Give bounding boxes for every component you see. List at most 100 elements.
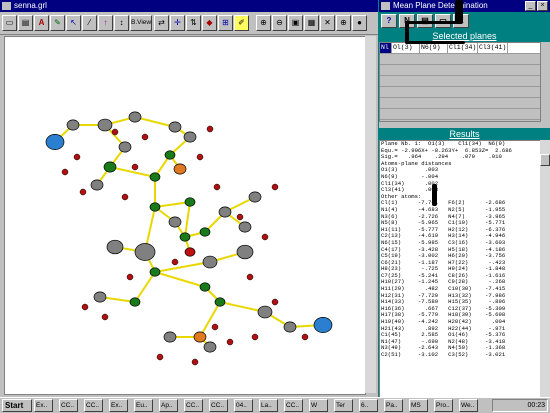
atom xyxy=(118,141,132,153)
atom xyxy=(168,216,182,228)
structure-window-titlebar[interactable]: senna.grl xyxy=(0,0,378,12)
results-text[interactable]: Plane Nb. 1: O1(3) Cl1(34) N6(9) Equ.= -2… xyxy=(379,140,541,399)
structure-window: senna.grl ▭ ▤ A ✎ ↖ ⁄ ↑ ↕ B.View ⇄ ✛ ⇅ ◆… xyxy=(0,0,378,397)
marker-stroke xyxy=(405,21,409,43)
taskbar: Start Ex.. CC.. CC.. Ex.. Eu.. Ap.. CC.. CC.. 04… xyxy=(0,397,550,413)
empty-row[interactable] xyxy=(380,98,540,109)
taskbar-button[interactable]: La.. xyxy=(259,399,278,412)
fit-icon[interactable]: ▣ xyxy=(288,15,303,31)
center-icon[interactable]: ✕ xyxy=(320,15,335,31)
plane-row[interactable]: Nl Ol(3) N6(9) Cl1(34) Cl3(41) xyxy=(380,43,540,54)
help-icon[interactable]: ? xyxy=(381,14,397,28)
plus-icon[interactable]: ⊕ xyxy=(336,15,351,31)
hydrogen-atom xyxy=(126,273,134,281)
ortep-icon[interactable]: ⊞ xyxy=(218,15,233,31)
stop-icon[interactable]: ● xyxy=(352,15,367,31)
atom xyxy=(193,331,207,343)
hydrogen-atom xyxy=(271,298,279,306)
move-icon[interactable]: ⇅ xyxy=(186,15,201,31)
atom xyxy=(218,206,232,218)
text-icon[interactable]: A xyxy=(34,15,49,31)
taskbar-button[interactable]: 04.. xyxy=(234,399,253,412)
hydrogen-atom xyxy=(271,183,279,191)
plane-window: Mean Plane Determination _ × ? N ▤ ▭ X S… xyxy=(379,0,550,399)
hydrogen-atom xyxy=(61,168,69,176)
axis-icon[interactable]: ✛ xyxy=(170,15,185,31)
hydrogen-atom xyxy=(206,125,214,133)
system-tray: 00:23 xyxy=(492,399,548,412)
scroll-thumb[interactable] xyxy=(540,154,550,166)
window-system-icon[interactable] xyxy=(2,2,11,10)
canvas-scrollbar[interactable] xyxy=(365,36,376,393)
zoom-in-icon[interactable]: ⊕ xyxy=(256,15,271,31)
taskbar-button[interactable]: CC.. xyxy=(284,399,303,412)
zoom-out-icon[interactable]: ⊖ xyxy=(272,15,287,31)
atom xyxy=(66,119,80,131)
empty-row[interactable] xyxy=(380,65,540,76)
taskbar-button[interactable]: Eu.. xyxy=(134,399,153,412)
taskbar-button[interactable]: Ex.. xyxy=(34,399,53,412)
measure-icon[interactable]: ↕ xyxy=(114,15,129,31)
label-icon[interactable]: ✎ xyxy=(50,15,65,31)
select-icon[interactable]: ↖ xyxy=(66,15,81,31)
taskbar-button[interactable]: Ex.. xyxy=(109,399,128,412)
print-icon[interactable]: ▤ xyxy=(18,15,33,31)
minimize-button[interactable]: _ xyxy=(525,1,536,11)
atom xyxy=(214,297,226,307)
atom xyxy=(199,227,211,237)
atom xyxy=(203,341,217,353)
taskbar-button[interactable]: Pro.. xyxy=(434,399,453,412)
taskbar-button[interactable]: CC.. xyxy=(184,399,203,412)
clock: 00:23 xyxy=(527,402,545,409)
hydrogen-atom xyxy=(261,233,269,241)
hydrogen-atom xyxy=(156,353,164,361)
taskbar-button[interactable]: CC.. xyxy=(59,399,78,412)
atom xyxy=(313,317,333,334)
hydrogen-atom xyxy=(171,258,179,266)
atom xyxy=(149,172,161,182)
taskbar-button[interactable]: Pa.. xyxy=(384,399,403,412)
start-button[interactable]: Start xyxy=(2,399,32,412)
results-scrollbar[interactable] xyxy=(540,140,550,397)
hydrogen-atom xyxy=(236,213,244,221)
view-button[interactable]: B.View xyxy=(130,15,152,31)
arrow-icon[interactable]: ↑ xyxy=(98,15,113,31)
bond-icon[interactable]: ⁄ xyxy=(82,15,97,31)
atom xyxy=(283,321,297,333)
taskbar-button[interactable]: W xyxy=(309,399,328,412)
empty-row[interactable] xyxy=(380,76,540,87)
window-system-icon[interactable] xyxy=(381,2,390,10)
draw-icon[interactable]: ✐ xyxy=(234,15,249,31)
molecule-canvas[interactable] xyxy=(4,36,366,395)
rotate-icon[interactable]: ⇄ xyxy=(154,15,169,31)
color-icon[interactable]: ◆ xyxy=(202,15,217,31)
molecule-drawing xyxy=(45,111,333,366)
structure-toolbar: ▭ ▤ A ✎ ↖ ⁄ ↑ ↕ B.View ⇄ ✛ ⇅ ◆ ⊞ ✐ ⊕ ⊖ ▣… xyxy=(0,12,378,35)
atom xyxy=(184,247,196,257)
atom xyxy=(179,232,191,242)
empty-row[interactable] xyxy=(380,87,540,98)
close-button[interactable]: × xyxy=(537,1,548,11)
plane-window-titlebar[interactable]: Mean Plane Determination _ × xyxy=(379,0,550,12)
atom xyxy=(183,131,197,143)
taskbar-button[interactable]: CC.. xyxy=(209,399,228,412)
taskbar-button[interactable]: We.. xyxy=(459,399,478,412)
taskbar-button[interactable]: Ap.. xyxy=(159,399,178,412)
taskbar-button[interactable]: Ter xyxy=(334,399,353,412)
empty-row[interactable] xyxy=(380,54,540,65)
empty-row[interactable] xyxy=(380,109,540,120)
taskbar-button[interactable]: MS xyxy=(409,399,428,412)
open-icon[interactable]: ▭ xyxy=(2,15,17,31)
atom xyxy=(134,243,156,261)
hydrogen-atom xyxy=(73,153,81,161)
grid-icon[interactable]: ▦ xyxy=(304,15,319,31)
atom xyxy=(164,150,176,160)
taskbar-button[interactable]: CC.. xyxy=(84,399,103,412)
marker-stroke xyxy=(432,184,437,206)
window-title: Mean Plane Determination xyxy=(393,1,488,10)
plane-atom-2: N6(9) xyxy=(420,43,448,53)
taskbar-button[interactable]: 6.. xyxy=(359,399,378,412)
atom xyxy=(236,244,254,260)
atom xyxy=(128,111,142,123)
plane-atom-4: Cl3(41) xyxy=(479,43,508,53)
